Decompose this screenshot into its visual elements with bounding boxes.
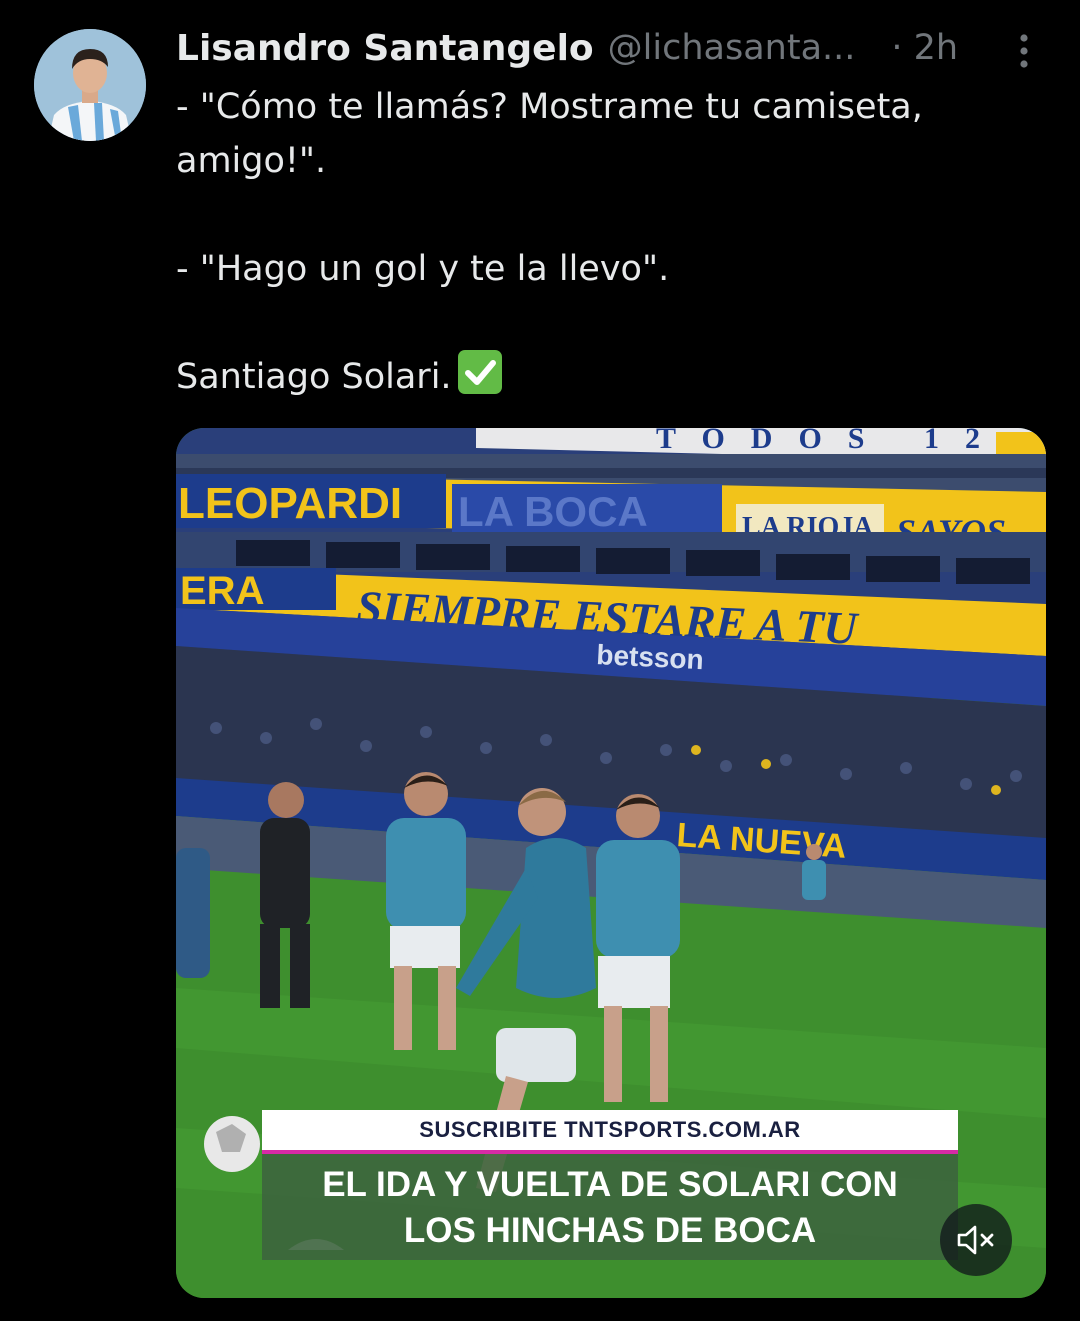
banner-era: ERA <box>180 569 264 613</box>
banner-la-boca: LA BOCA <box>458 488 648 535</box>
tweet-header: Lisandro Santangelo @lichasanta... · 2h <box>176 22 1036 74</box>
video-player[interactable]: TODOS 12 LEOPARDI LA BOCA LA RIOJA SAYOS <box>176 428 1046 1298</box>
banner-todos: TODOS 12 <box>656 428 1006 455</box>
caption-title-line: EL IDA Y VUELTA DE SOLARI CON <box>322 1165 898 1204</box>
author-display-name[interactable]: Lisandro Santangelo <box>176 28 594 69</box>
author-handle[interactable]: @lichasanta... <box>608 28 856 68</box>
tweet-text-line: - "Cómo te llamás? Mostrame tu camiseta, <box>176 87 923 127</box>
caption-title-line: LOS HINCHAS DE BOCA <box>403 1211 817 1250</box>
tweet-text-line: amigo!". <box>176 141 327 181</box>
check-mark-button-icon <box>457 350 502 394</box>
tweet-timestamp[interactable]: · 2h <box>891 28 958 68</box>
banner-sponsor: betsson <box>596 639 705 675</box>
banner-leopardi: LEOPARDI <box>178 479 402 528</box>
caption-title: EL IDA Y VUELTA DE SOLARI CON LOS HINCHA… <box>262 1154 958 1260</box>
more-options-icon[interactable] <box>1012 32 1036 72</box>
volume-muted-icon <box>957 1225 994 1255</box>
unmute-button[interactable] <box>940 1204 1012 1276</box>
tweet-body: - "Cómo te llamás? Mostrame tu camiseta,… <box>176 80 1036 404</box>
tweet-text-line: - "Hago un gol y te la llevo". <box>176 249 670 289</box>
author-avatar[interactable] <box>34 29 146 141</box>
tweet-text-line: Santiago Solari. <box>176 350 1036 404</box>
tweet-text-signature: Santiago Solari. <box>176 357 452 397</box>
caption-subscribe: SUSCRIBITE TNTSPORTS.COM.AR <box>262 1110 958 1154</box>
